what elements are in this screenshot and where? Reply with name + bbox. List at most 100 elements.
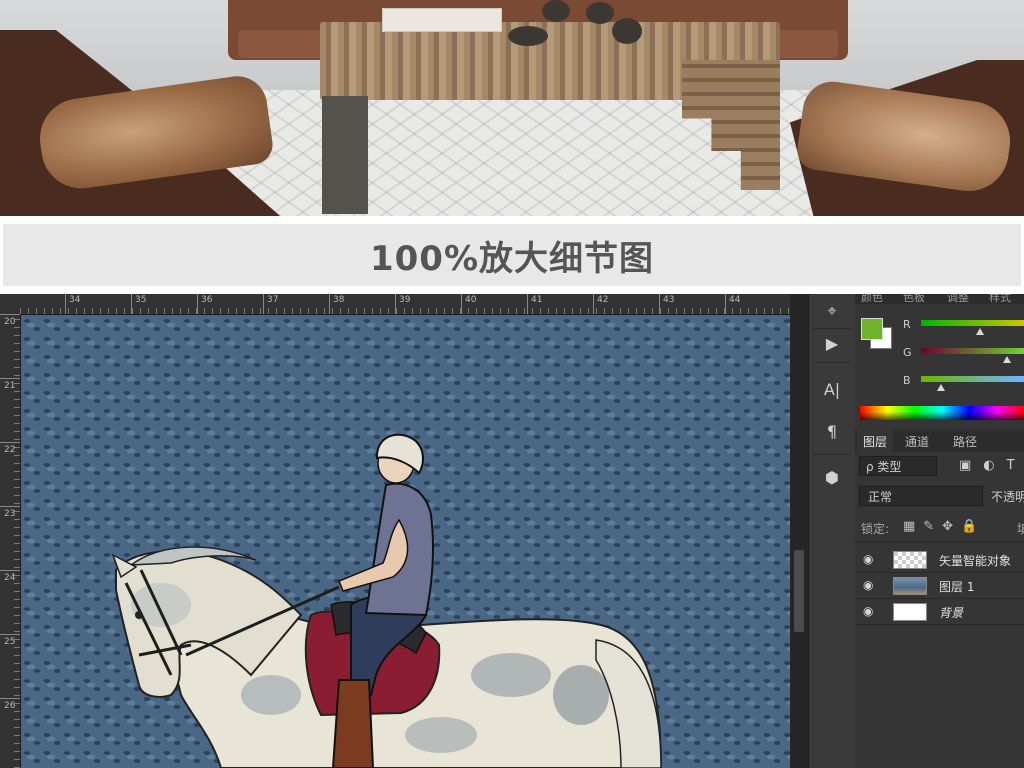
right-panels: 颜色 色板 调整 样式 R G B 图层 通道 路径 ρ 类型 ▣◐T 正常 不…: [855, 294, 1024, 768]
vertical-ruler[interactable]: 20 21 22 23 24 25 26: [0, 314, 21, 768]
foreground-color-swatch[interactable]: [861, 318, 883, 340]
tool-divider: [813, 454, 851, 455]
photoshop-workspace: 34 35 36 37 38 39 40 41 42 43 44 20 21 2…: [0, 294, 1024, 768]
horse-dapple: [405, 717, 477, 753]
channel-r-knob[interactable]: [976, 328, 984, 335]
ruler-tick: 21: [0, 378, 20, 391]
channel-b-label: B: [903, 374, 911, 387]
layer-thumbnail: [893, 603, 927, 621]
eye-icon[interactable]: ◉: [863, 578, 877, 592]
layer-row[interactable]: ◉ 背景: [855, 600, 1024, 625]
tab-channels[interactable]: 通道: [899, 433, 935, 450]
ruler-tick: 23: [0, 506, 20, 519]
layer-name: 矢量智能对象: [939, 554, 1012, 568]
eye-icon[interactable]: ◉: [863, 604, 877, 618]
tab-color[interactable]: 颜色: [861, 294, 883, 304]
layer-name: 图层 1: [939, 580, 975, 594]
ruler-label: 23: [4, 509, 16, 519]
channel-g-knob[interactable]: [1003, 356, 1011, 363]
fill-label: 填: [1017, 522, 1024, 536]
layers-divider: [855, 541, 1024, 542]
photo-vase: [586, 2, 614, 24]
horse-dapple: [131, 583, 191, 627]
ruler-tick: 40: [461, 294, 476, 314]
photo-bowl: [508, 26, 548, 46]
layer-filter-icons[interactable]: ▣◐T: [959, 458, 1024, 473]
horse-dapple: [471, 653, 551, 697]
ruler-label: 41: [531, 295, 543, 305]
channel-g-slider[interactable]: [921, 348, 1024, 354]
ruler-tick: 36: [197, 294, 212, 314]
ruler-tick: 37: [263, 294, 278, 314]
ruler-label: 21: [4, 381, 16, 391]
tab-layers[interactable]: 图层: [857, 430, 894, 454]
ruler-label: 39: [399, 295, 411, 305]
interior-photo: [0, 0, 1024, 216]
photo-bowl: [612, 18, 642, 44]
photo-book: [382, 8, 502, 32]
ruler-tick: 22: [0, 442, 20, 455]
ruler-label: 35: [135, 295, 147, 305]
opacity-label: 不透明: [991, 490, 1024, 504]
blend-mode-select[interactable]: 正常: [859, 486, 983, 506]
layer-row[interactable]: ◉ 图层 1: [855, 574, 1024, 599]
paragraph-icon[interactable]: ¶: [817, 418, 847, 444]
horse-rider-illustration: [111, 433, 663, 768]
caption-title: 100%放大细节图: [369, 238, 655, 279]
ruler-label: 42: [597, 295, 609, 305]
ruler-label: 22: [4, 445, 16, 455]
photo-table-leg: [322, 96, 368, 214]
ruler-minor-ticks: [20, 308, 790, 314]
channel-r-label: R: [903, 318, 911, 331]
channel-b-knob[interactable]: [937, 384, 945, 391]
tab-swatches[interactable]: 色板: [903, 294, 925, 304]
channel-b-slider[interactable]: [921, 376, 1024, 382]
layers-panel-tabs: 图层 通道 路径: [855, 430, 1024, 454]
layer-name: 背景: [939, 606, 964, 620]
character-icon[interactable]: A|: [817, 376, 847, 402]
ruler-tick: 24: [0, 570, 20, 583]
channel-r-slider[interactable]: [921, 320, 1024, 326]
horse-dapple: [553, 665, 609, 725]
layer-filter-select[interactable]: ρ 类型: [859, 456, 937, 476]
horse-eye: [135, 611, 143, 619]
3d-icon[interactable]: ⬢: [817, 464, 847, 490]
horizontal-ruler[interactable]: 34 35 36 37 38 39 40 41 42 43 44: [0, 294, 790, 315]
ruler-label: 44: [729, 295, 741, 305]
document-canvas[interactable]: [21, 315, 790, 768]
ruler-tick: 44: [725, 294, 740, 314]
canvas-scrollbar[interactable]: [790, 294, 808, 768]
layer-row[interactable]: ◉ 矢量智能对象: [855, 548, 1024, 573]
ruler-tick: 41: [527, 294, 542, 314]
ruler-tick: 39: [395, 294, 410, 314]
ruler-tick: 35: [131, 294, 146, 314]
rider-boot: [331, 679, 375, 768]
channel-g-label: G: [903, 346, 912, 359]
eye-icon[interactable]: ◉: [863, 552, 877, 566]
ruler-tick: 38: [329, 294, 344, 314]
ruler-label: 26: [4, 701, 16, 711]
scrollbar-thumb[interactable]: [794, 550, 804, 632]
ruler-label: 38: [333, 295, 345, 305]
ruler-label: 34: [69, 295, 81, 305]
caption-box: 100%放大细节图: [3, 224, 1021, 286]
ruler-label: 20: [4, 317, 16, 327]
path-selection-icon[interactable]: ⌖: [817, 298, 847, 324]
tab-paths[interactable]: 路径: [947, 433, 983, 450]
tab-styles[interactable]: 样式: [989, 294, 1011, 304]
ruler-label: 24: [4, 573, 16, 583]
ruler-label: 25: [4, 637, 16, 647]
panel-tool-strip: ⌖ ▶ A| ¶ ⬢: [808, 294, 856, 768]
layer-thumbnail: [893, 577, 927, 595]
photo-vase: [542, 0, 570, 22]
lock-icons[interactable]: ▦✎✥🔒: [903, 519, 985, 534]
tab-adjustments[interactable]: 调整: [947, 294, 969, 304]
ruler-label: 40: [465, 295, 477, 305]
tool-divider: [813, 362, 851, 363]
play-icon[interactable]: ▶: [817, 330, 847, 356]
horse-dapple: [241, 675, 301, 715]
ruler-label: 36: [201, 295, 213, 305]
color-panel-tabs: 颜色 色板 调整 样式: [855, 294, 1024, 304]
ruler-tick: 43: [659, 294, 674, 314]
tool-divider: [813, 328, 851, 329]
